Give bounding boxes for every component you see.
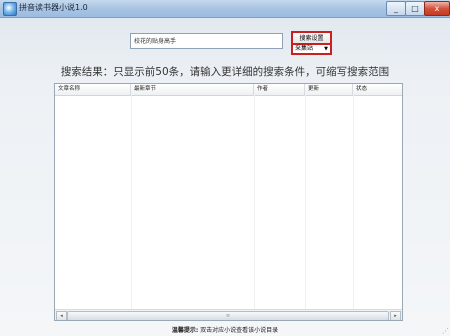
- column-header-status[interactable]: 状态: [353, 84, 402, 95]
- tip-label: 温馨提示:: [171, 327, 199, 334]
- source-select[interactable]: 采集站 ▼: [291, 43, 332, 55]
- results-table[interactable]: 文章名称 最新章节 作者 更新 状态 ◂ ≡ ▸: [54, 83, 403, 321]
- scroll-thumb[interactable]: ≡: [67, 311, 389, 320]
- column-header-author[interactable]: 作者: [254, 84, 305, 95]
- window-titlebar: 拼音读书器小说1.0 _ □ x: [0, 0, 450, 18]
- tip-text: 双击对应小说查看该小说目录: [200, 327, 279, 334]
- scroll-right-icon[interactable]: ▸: [390, 311, 401, 320]
- source-select-value: 采集站: [295, 45, 314, 52]
- chevron-down-icon[interactable]: ▼: [324, 45, 328, 53]
- window-title: 拼音读书器小说1.0: [19, 3, 88, 12]
- table-header: 文章名称 最新章节 作者 更新 状态: [55, 84, 402, 96]
- column-header-latest-chapter[interactable]: 最新章节: [131, 84, 254, 95]
- column-header-updated[interactable]: 更新: [305, 84, 353, 95]
- result-note: 搜索结果：只显示前50条，请输入更详细的搜索条件，可缩写搜索范围: [60, 66, 390, 78]
- search-input[interactable]: 校花的贴身高手: [130, 33, 283, 49]
- column-divider: [353, 95, 354, 309]
- scroll-left-icon[interactable]: ◂: [56, 311, 67, 320]
- column-header-title[interactable]: 文章名称: [55, 84, 131, 95]
- minimize-button[interactable]: _: [386, 1, 406, 16]
- app-icon: [3, 2, 17, 16]
- horizontal-scrollbar[interactable]: ◂ ≡ ▸: [55, 309, 402, 320]
- footer-tip: 温馨提示: 双击对应小说查看该小说目录: [0, 325, 450, 334]
- resize-grip-icon[interactable]: ⋰: [441, 327, 449, 335]
- column-divider: [131, 95, 132, 309]
- close-button[interactable]: x: [424, 1, 450, 16]
- column-divider: [305, 95, 306, 309]
- maximize-button[interactable]: □: [405, 1, 425, 16]
- column-divider: [254, 95, 255, 309]
